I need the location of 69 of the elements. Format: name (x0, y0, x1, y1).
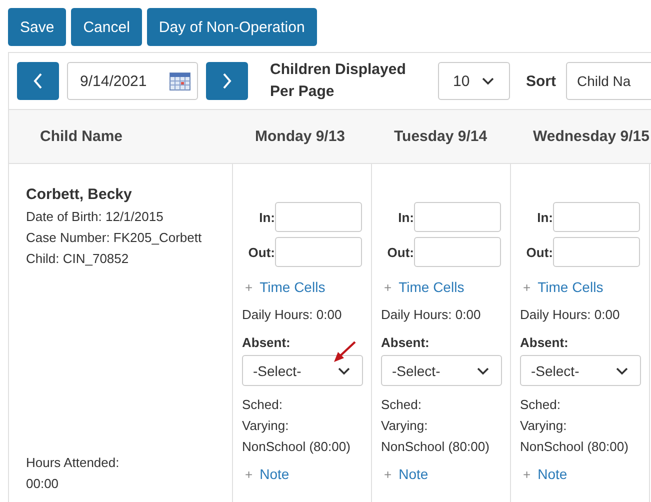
time-cells-link[interactable]: + Time Cells (523, 279, 604, 295)
daily-hours: Daily Hours: 0:00 (520, 306, 621, 324)
schedule-text: NonSchool (80:00) (520, 438, 630, 456)
time-out-field[interactable] (414, 237, 501, 267)
chevron-icon (482, 77, 494, 85)
time-in-field[interactable] (414, 202, 501, 232)
absent-select[interactable]: -Select- (520, 355, 641, 386)
chevron-right-icon (222, 73, 232, 89)
plus-icon: + (523, 280, 531, 294)
chevron-icon (338, 366, 350, 374)
schedule-text: NonSchool (80:00) (381, 438, 490, 456)
out-label: Out: (525, 244, 553, 260)
schedule-text: NonSchool (80:00) (242, 438, 352, 456)
out-label: Out: (247, 244, 275, 260)
column-header: Child Name (39, 128, 124, 145)
time-out-field[interactable] (553, 237, 640, 267)
time-cells-link[interactable]: + Time Cells (384, 279, 464, 295)
plus-icon: + (384, 466, 392, 482)
schedule-text: Sched: (520, 396, 562, 414)
time-cells-link[interactable]: + Time Cells (245, 279, 326, 295)
child-detail: Case Number: FK205_Corbett (26, 229, 203, 247)
hours-attended-value: 00:00 (26, 475, 60, 493)
absent-label: Absent: (520, 334, 570, 352)
note-link[interactable]: + Note (523, 466, 568, 482)
schedule-text: Sched: (381, 396, 422, 414)
per-page-label: Children Displayed Per Page (270, 60, 407, 102)
in-label: In: (258, 210, 275, 224)
daily-hours: Daily Hours: 0:00 (381, 306, 482, 324)
column-header: Wednesday 9/15 (532, 128, 650, 145)
in-label: In: (536, 210, 553, 224)
calendar-icon[interactable] (169, 71, 191, 91)
cancel-button[interactable]: Cancel (71, 8, 142, 46)
per-page-select[interactable]: 10 (438, 62, 510, 100)
note-link[interactable]: + Note (384, 466, 428, 482)
schedule-text: Varying: (381, 417, 429, 435)
schedule-text: Varying: (520, 417, 568, 435)
plus-icon: + (245, 466, 253, 482)
absent-label: Absent: (381, 334, 430, 352)
column-header: Tuesday 9/14 (393, 128, 488, 145)
in-label: In: (397, 210, 414, 224)
child-name: Corbett, Becky (26, 185, 133, 205)
absent-label: Absent: (242, 334, 292, 352)
plus-icon: + (384, 280, 392, 294)
time-out-field[interactable] (275, 237, 362, 267)
non-operation-button[interactable]: Day of Non-Operation (146, 8, 317, 46)
absent-select[interactable]: -Select- (242, 355, 363, 386)
out-label: Out: (386, 244, 414, 260)
time-in-field[interactable] (553, 202, 640, 232)
daily-hours: Daily Hours: 0:00 (242, 306, 343, 324)
time-in-field[interactable] (275, 202, 362, 232)
save-button[interactable]: Save (8, 8, 66, 46)
schedule-text: Varying: (242, 417, 290, 435)
sort-label: Sort (526, 72, 556, 90)
next-button[interactable] (206, 62, 248, 100)
chevron-icon (477, 366, 489, 374)
child-detail: Date of Birth: 12/1/2015 (26, 208, 164, 226)
sort-select[interactable]: Child Na (566, 62, 651, 100)
chevron-left-icon (33, 73, 43, 89)
date-field[interactable]: 9/14/2021 (67, 62, 198, 100)
child-detail: Child: CIN_70852 (26, 250, 130, 268)
hours-attended-label: Hours Attended: (26, 454, 120, 472)
plus-icon: + (245, 280, 253, 294)
chevron-icon (616, 366, 628, 374)
plus-icon: + (523, 466, 531, 482)
note-link[interactable]: + Note (245, 466, 290, 482)
absent-select[interactable]: -Select- (381, 355, 502, 386)
schedule-text: Sched: (242, 396, 284, 414)
previous-button[interactable] (17, 62, 59, 100)
column-header: Monday 9/13 (254, 128, 346, 145)
